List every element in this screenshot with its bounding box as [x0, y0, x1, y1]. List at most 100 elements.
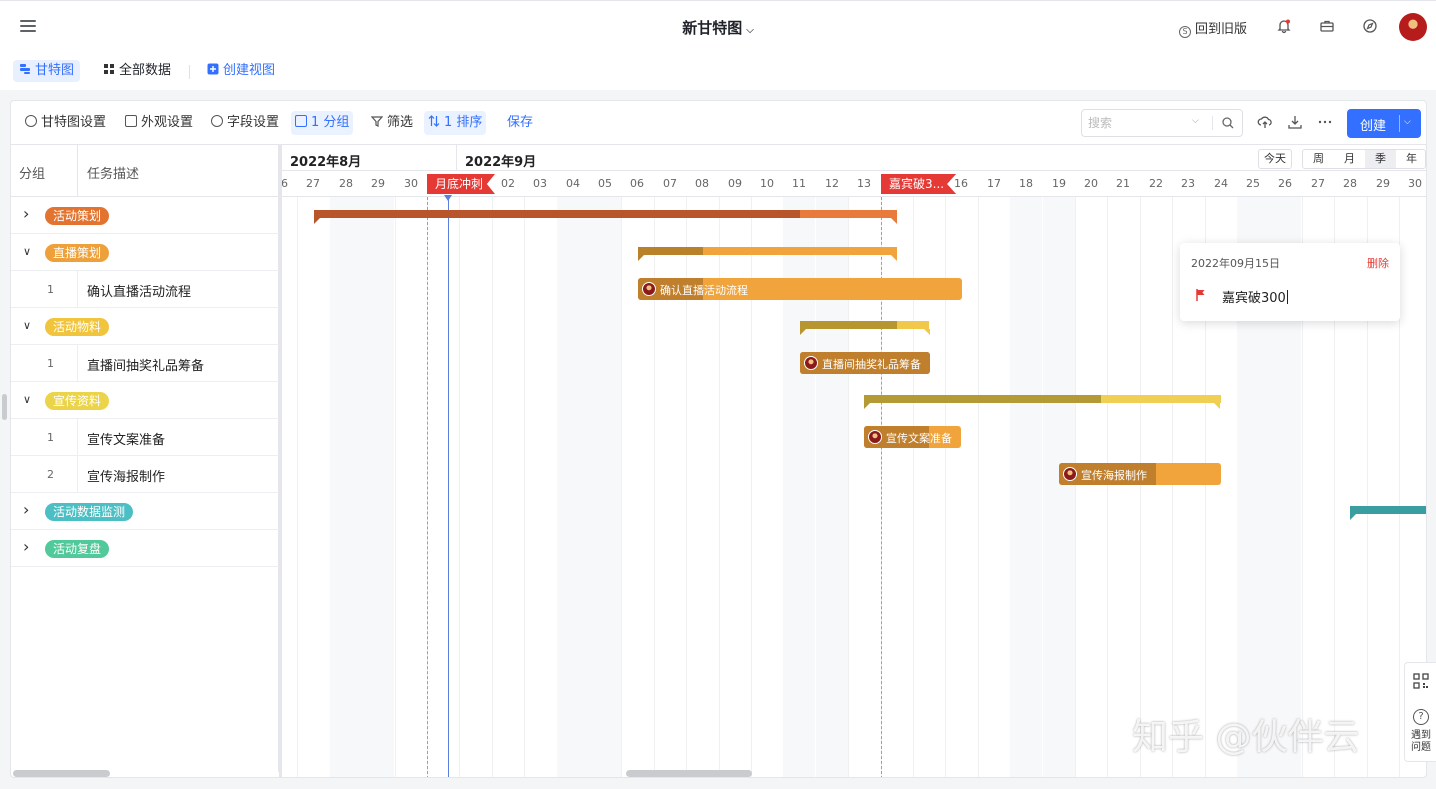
group-row[interactable]: › 活动策划	[11, 197, 279, 234]
chevron-down-icon[interactable]: ⌵	[1404, 117, 1411, 127]
day-label: 20	[1084, 177, 1098, 190]
task-row[interactable]: 2 宣传海报制作	[11, 456, 279, 493]
summary-bar[interactable]	[800, 321, 930, 335]
delete-milestone-button[interactable]: 删除	[1367, 255, 1389, 271]
create-button[interactable]: 创建 ⌵	[1347, 109, 1421, 138]
chevron-down-icon[interactable]: ∨	[23, 393, 31, 406]
summary-bar-cap	[864, 403, 870, 409]
search-icon[interactable]	[1221, 116, 1235, 130]
day-label: 13	[857, 177, 871, 190]
task-description[interactable]: 宣传文案准备	[87, 429, 165, 448]
chevron-right-icon[interactable]: ›	[23, 537, 29, 556]
filter-button[interactable]: 筛选	[367, 111, 417, 135]
search-input[interactable]	[1088, 114, 1188, 132]
group-button[interactable]: 1 分组	[291, 111, 354, 135]
today-marker	[444, 195, 452, 201]
scale-0[interactable]: 周	[1303, 150, 1334, 168]
summary-bar-progress	[314, 210, 800, 218]
tab-gantt[interactable]: 甘特图	[13, 60, 81, 82]
summary-bar-progress	[1350, 506, 1426, 514]
day-gridline	[1140, 197, 1141, 777]
day-gridline	[1107, 197, 1108, 777]
sort-button[interactable]: 1 排序	[424, 111, 487, 135]
user-avatar[interactable]	[1399, 13, 1427, 41]
summary-bar[interactable]	[1350, 506, 1426, 520]
milestone-flag[interactable]: 嘉宾破3...	[881, 174, 957, 194]
upload-icon[interactable]	[1257, 114, 1273, 130]
timeline-horizontal-scrollbar[interactable]	[626, 770, 752, 777]
briefcase-icon[interactable]	[1319, 18, 1335, 34]
help-label[interactable]: 遇到问题	[1409, 730, 1433, 754]
day-label: 30	[1408, 177, 1422, 190]
search-divider	[1212, 116, 1213, 130]
bell-icon[interactable]	[1276, 18, 1292, 34]
today-button[interactable]: 今天	[1258, 149, 1292, 169]
chevron-down-icon[interactable]: ∨	[23, 319, 31, 332]
assignee-avatar	[642, 282, 656, 296]
group-icon	[295, 115, 307, 127]
task-row[interactable]: 1 直播间抽奖礼品筹备	[11, 345, 279, 382]
task-bar[interactable]: 确认直播活动流程	[638, 278, 962, 300]
summary-bar-cap	[1350, 514, 1356, 520]
compass-icon[interactable]	[1362, 18, 1378, 34]
task-bar[interactable]: 直播间抽奖礼品筹备	[800, 352, 930, 374]
day-label: 29	[371, 177, 385, 190]
group-row[interactable]: › 活动数据监测	[11, 493, 279, 530]
cell-divider	[77, 345, 78, 382]
group-row[interactable]: › 活动复盘	[11, 530, 279, 567]
gantt-view-icon	[20, 64, 30, 74]
milestone-flag[interactable]: 月底冲刺	[427, 174, 496, 194]
day-label: 21	[1116, 177, 1130, 190]
help-icon[interactable]: ?	[1413, 709, 1429, 725]
month-divider	[456, 145, 457, 171]
group-tag: 直播策划	[45, 244, 110, 262]
summary-bar-progress	[638, 247, 703, 255]
day-label: 22	[1149, 177, 1163, 190]
day-label: 26	[1278, 177, 1292, 190]
summary-bar[interactable]	[638, 247, 897, 261]
column-header-group[interactable]: 分组	[19, 163, 45, 182]
group-row[interactable]: ∨ 宣传资料	[11, 382, 279, 419]
chevron-down-icon[interactable]: ⌵	[1192, 116, 1199, 126]
back-to-old-button[interactable]: S 回到旧版	[1179, 18, 1247, 38]
today-line	[448, 197, 449, 777]
task-description[interactable]: 确认直播活动流程	[87, 281, 191, 300]
summary-bar[interactable]	[864, 395, 1221, 409]
summary-bar[interactable]	[314, 210, 897, 224]
create-divider	[1399, 115, 1400, 132]
more-icon[interactable]	[1317, 114, 1333, 130]
task-description[interactable]: 宣传海报制作	[87, 466, 165, 485]
appearance-settings-button[interactable]: 外观设置	[121, 111, 197, 135]
tab-all-data[interactable]: 全部数据	[97, 60, 177, 82]
grid-horizontal-scrollbar[interactable]	[13, 770, 110, 777]
summary-bar-cap	[891, 255, 897, 261]
scale-3[interactable]: 年	[1396, 150, 1426, 168]
column-header-desc[interactable]: 任务描述	[87, 163, 139, 182]
chevron-down-icon[interactable]: ∨	[23, 245, 31, 258]
chevron-right-icon[interactable]: ›	[23, 500, 29, 519]
qr-code-icon[interactable]	[1413, 673, 1429, 689]
task-bar[interactable]: 宣传海报制作	[1059, 463, 1221, 485]
save-button[interactable]: 保存	[503, 111, 537, 135]
month-label: 2022年8月	[290, 155, 362, 170]
day-label: 25	[1246, 177, 1260, 190]
chevron-right-icon[interactable]: ›	[23, 204, 29, 223]
group-row[interactable]: ∨ 直播策划	[11, 234, 279, 271]
field-settings-button[interactable]: 字段设置	[207, 111, 283, 135]
task-row[interactable]: 1 确认直播活动流程	[11, 271, 279, 308]
download-icon[interactable]	[1287, 114, 1303, 130]
scale-2[interactable]: 季	[1365, 150, 1396, 168]
scale-1[interactable]: 月	[1334, 150, 1365, 168]
side-drag-handle[interactable]	[2, 394, 7, 420]
task-bar[interactable]: 宣传文案准备	[864, 426, 961, 448]
floating-help-bar: ? 遇到问题	[1404, 662, 1436, 762]
grid-rows: › 活动策划 ∨ 直播策划 1 确认直播活动流程 ∨ 活动物料 1 直播间抽奖礼品筹备 ∨ 宣传资料 1…	[11, 197, 279, 772]
group-row[interactable]: ∨ 活动物料	[11, 308, 279, 345]
task-description[interactable]: 直播间抽奖礼品筹备	[87, 355, 204, 374]
milestone-name-input[interactable]: 嘉宾破300	[1222, 287, 1288, 306]
create-view-button[interactable]: 创建视图	[201, 60, 281, 82]
grid-header: 分组 任务描述	[11, 145, 279, 197]
weekend-shade	[330, 197, 362, 777]
task-row[interactable]: 1 宣传文案准备	[11, 419, 279, 456]
gantt-settings-button[interactable]: 甘特图设置	[21, 111, 110, 135]
